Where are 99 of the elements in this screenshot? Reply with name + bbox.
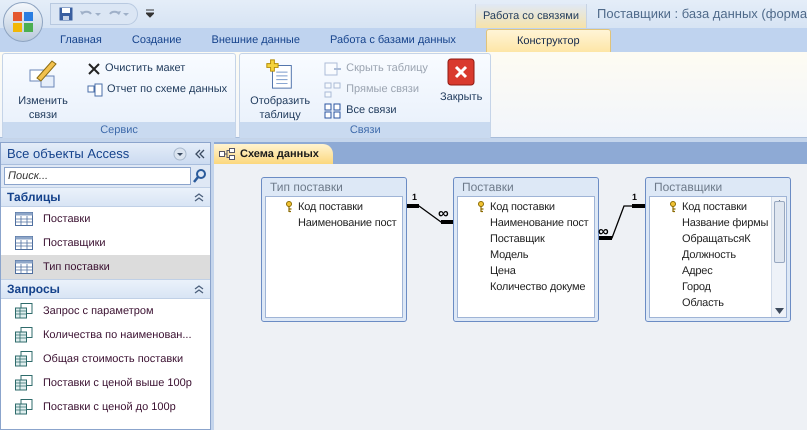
group-label: Сервис: [3, 122, 236, 138]
scroll-down-icon[interactable]: [774, 308, 784, 314]
field-row[interactable]: Город: [650, 279, 769, 295]
table-icon: [15, 260, 33, 274]
field-name: Наименование пост: [298, 216, 397, 231]
field-name: Город: [682, 280, 711, 295]
contextual-tab-label: Работа со связями: [474, 4, 587, 28]
field-name: Поставщик: [490, 232, 545, 247]
ribbon-tab[interactable]: Конструктор: [486, 29, 611, 52]
diagram-icon: [219, 148, 235, 160]
document-tab[interactable]: Схема данных: [214, 144, 333, 164]
field-row[interactable]: Наименование пост: [458, 215, 592, 231]
cross-icon: [87, 62, 101, 76]
ribbon-button[interactable]: Закрыть: [436, 54, 486, 122]
field-name: Область: [682, 296, 724, 311]
field-name: Код поставки: [298, 200, 363, 215]
pane-title: Все объекты Access: [7, 144, 130, 163]
collapse-icon[interactable]: [194, 284, 204, 294]
window-title: Поставщики : база данных (форма: [597, 5, 807, 24]
field-name: Код поставки: [490, 200, 555, 215]
table-window[interactable]: Поставщики Код поставки Название фирмы ОбращатьсяК Должность Адрес Город Область: [645, 177, 791, 322]
ribbon-tab[interactable]: Создание: [116, 29, 196, 52]
field-row[interactable]: Наименование пост: [266, 215, 400, 231]
collapse-icon[interactable]: [194, 192, 204, 202]
customize-icon[interactable]: [146, 9, 154, 19]
section-header[interactable]: Запросы: [1, 279, 210, 299]
pencil-table-icon: [27, 58, 59, 90]
search-field[interactable]: Поиск...: [4, 167, 191, 185]
key-icon: [285, 201, 293, 213]
field-row[interactable]: Должность: [650, 247, 769, 263]
table-window[interactable]: Поставки Код поставки Наименование пост Поставщик Модель Цена Количество докуме: [453, 177, 599, 322]
save-icon[interactable]: [59, 7, 73, 21]
table-title: Поставки: [461, 179, 515, 196]
hide-table-icon: [324, 60, 342, 76]
table-window[interactable]: Тип поставки Код поставки Наименование пост: [261, 177, 407, 322]
close-icon: [447, 58, 476, 86]
field-name: Код поставки: [682, 200, 747, 215]
ribbon-button[interactable]: Изменить связи: [7, 54, 79, 122]
table-title: Тип поставки: [269, 179, 344, 196]
query-icon: [15, 399, 33, 415]
office-logo-icon: [12, 11, 34, 33]
field-name: Наименование пост: [490, 216, 589, 231]
nav-item[interactable]: Поставки: [1, 207, 210, 231]
collapse-pane-icon[interactable]: [195, 148, 205, 158]
ribbon-button[interactable]: Все связи: [320, 100, 432, 121]
scroll-thumb[interactable]: [774, 201, 784, 263]
field-row[interactable]: Адрес: [650, 263, 769, 279]
field-row[interactable]: Количество докуме: [458, 279, 592, 295]
nav-item[interactable]: Тип поставки: [1, 255, 210, 279]
field-row[interactable]: Название фирмы: [650, 215, 769, 231]
key-icon: [669, 201, 677, 213]
field-name: Название фирмы: [682, 216, 768, 231]
nav-item[interactable]: Запрос с параметром: [1, 299, 210, 323]
table-title: Поставщики: [653, 179, 724, 196]
ribbon-button[interactable]: Отобразить таблицу: [244, 54, 316, 122]
group-label: Связи: [240, 122, 490, 138]
nav-item[interactable]: Общая стоимость поставки: [1, 347, 210, 371]
field-row[interactable]: Модель: [458, 247, 592, 263]
table-icon: [15, 236, 33, 250]
field-row[interactable]: Код поставки: [650, 199, 769, 215]
ribbon-button[interactable]: Отчет по схеме данных: [83, 79, 232, 100]
nav-item[interactable]: Количества по наименован...: [1, 323, 210, 347]
query-icon: [15, 303, 33, 319]
field-name: Должность: [682, 248, 736, 263]
office-button[interactable]: [3, 2, 43, 42]
all-relations-icon: [324, 102, 342, 118]
many-label: ∞: [598, 226, 609, 238]
ribbon-button[interactable]: Очистить макет: [83, 58, 232, 79]
query-icon: [15, 351, 33, 367]
field-row[interactable]: Код поставки: [458, 199, 592, 215]
ribbon-tab[interactable]: Работа с базами данных: [314, 29, 471, 52]
search-icon[interactable]: [193, 169, 207, 183]
scrollbar[interactable]: [771, 197, 786, 317]
ribbon-tab[interactable]: Главная: [45, 29, 117, 52]
field-row[interactable]: Поставщик: [458, 231, 592, 247]
one-label: 1: [412, 193, 418, 202]
field-name: Цена: [490, 264, 516, 279]
nav-item[interactable]: Поставки с ценой до 100р: [1, 395, 210, 419]
section-header[interactable]: Таблицы: [1, 187, 210, 207]
dropdown-icon[interactable]: [173, 146, 187, 160]
nav-item[interactable]: Поставки с ценой выше 100р: [1, 371, 210, 395]
field-name: Адрес: [682, 264, 712, 279]
field-row[interactable]: ОбращатьсяК: [650, 231, 769, 247]
relations-icon: [324, 82, 342, 98]
key-icon: [477, 201, 485, 213]
field-name: ОбращатьсяК: [682, 232, 750, 247]
report-icon: [87, 82, 103, 96]
query-icon: [15, 327, 33, 343]
field-row[interactable]: Цена: [458, 263, 592, 279]
field-row[interactable]: Код поставки: [266, 199, 400, 215]
field-row[interactable]: Область: [650, 295, 769, 311]
nav-item[interactable]: Поставщики: [1, 231, 210, 255]
query-icon: [15, 375, 33, 391]
table-icon: [15, 212, 33, 226]
many-label: ∞: [438, 208, 449, 220]
ribbon-tab[interactable]: Внешние данные: [196, 29, 315, 52]
one-label: 1: [632, 193, 638, 202]
field-name: Количество докуме: [490, 280, 586, 295]
field-name: Модель: [490, 248, 528, 263]
